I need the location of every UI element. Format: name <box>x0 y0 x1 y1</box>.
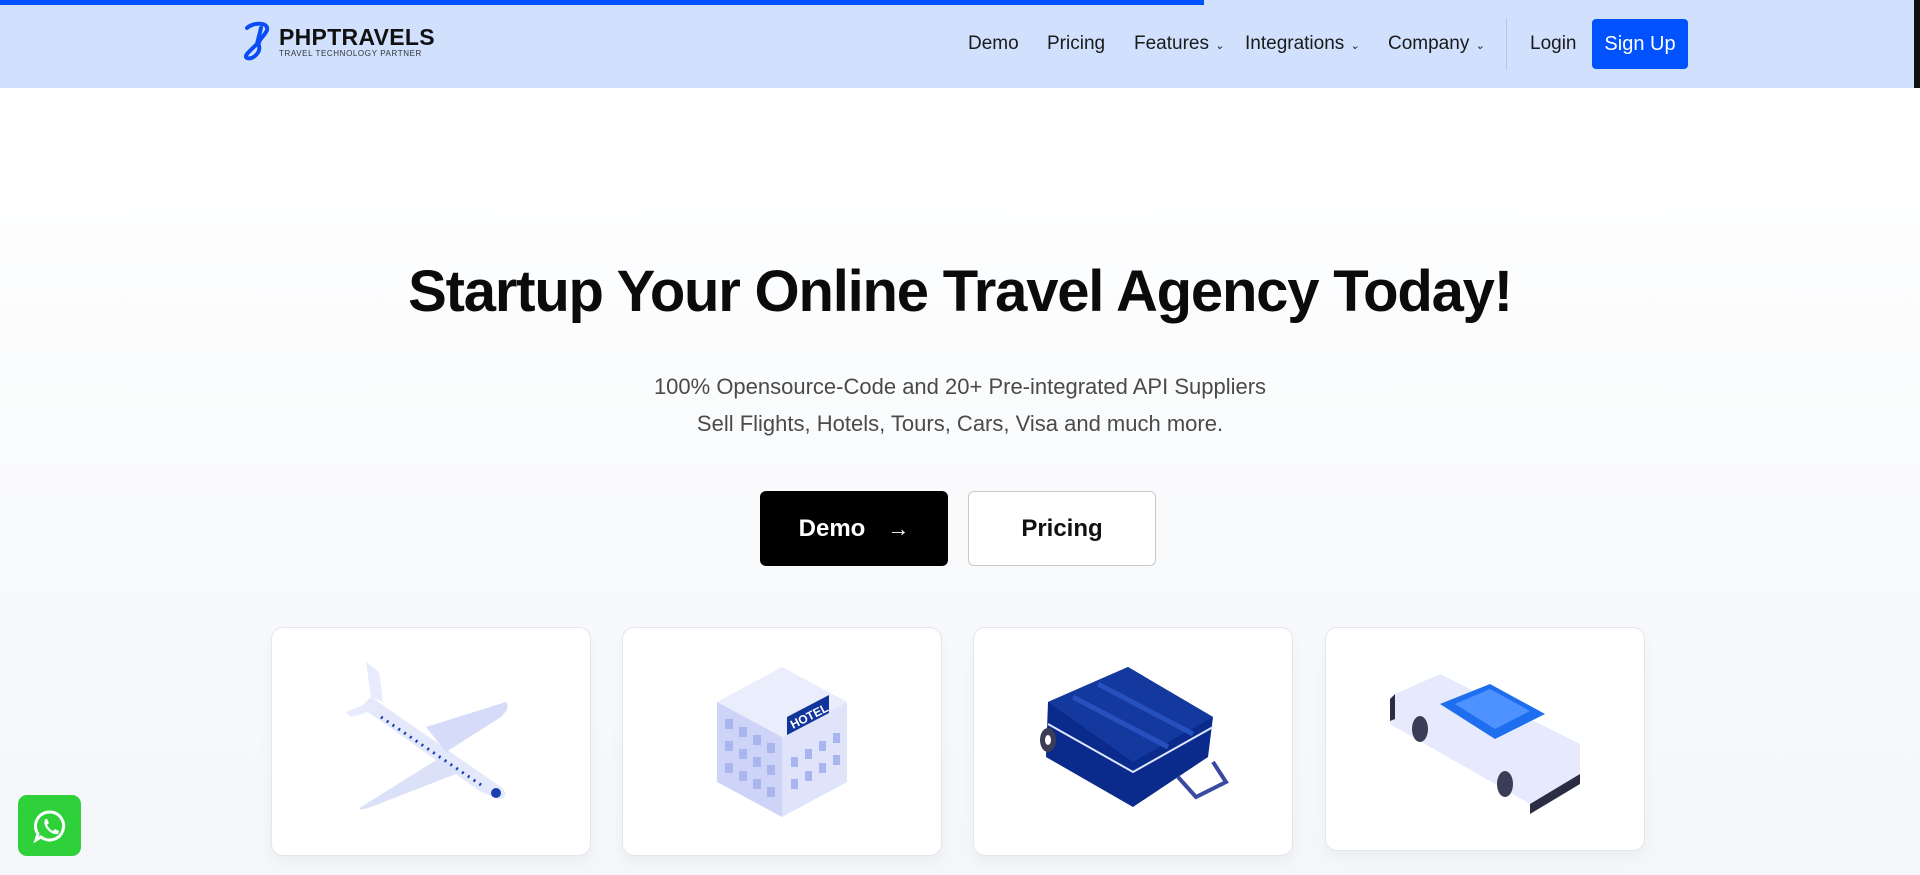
hotels-card[interactable]: HOTEL <box>622 627 942 856</box>
scrollbar[interactable] <box>1914 0 1920 88</box>
nav-company[interactable]: Company ⌄ <box>1388 33 1485 55</box>
chevron-down-icon: ⌄ <box>1350 40 1360 52</box>
nav-features[interactable]: Features ⌄ <box>1134 33 1224 55</box>
car-icon <box>1390 674 1580 814</box>
whatsapp-button[interactable] <box>18 795 81 856</box>
nav-features-label: Features <box>1134 33 1209 54</box>
flights-card[interactable] <box>271 627 591 856</box>
arrow-right-icon: → <box>887 515 910 541</box>
hero-subtitle-line2: Sell Flights, Hotels, Tours, Cars, Visa … <box>696 411 1224 436</box>
signup-button[interactable]: Sign Up <box>1592 19 1688 69</box>
nav-divider <box>1506 18 1507 70</box>
chevron-down-icon: ⌄ <box>1214 40 1225 52</box>
whatsapp-icon <box>32 809 65 843</box>
hotel-icon: HOTEL <box>717 666 847 817</box>
demo-button-label: Demo <box>798 514 866 542</box>
hero-title: Startup Your Online Travel Agency Today! <box>408 259 1513 324</box>
demo-button[interactable]: Demo → <box>760 491 948 566</box>
page-progress-bar <box>0 0 1204 5</box>
top-navbar: PHPTRAVELS TRAVEL TECHNOLOGY PARTNER Dem… <box>0 0 1914 88</box>
nav-integrations[interactable]: Integrations ⌄ <box>1245 33 1360 55</box>
nav-company-label: Company <box>1388 33 1470 54</box>
chevron-down-icon: ⌄ <box>1475 40 1485 52</box>
hero-subtitle-line1: 100% Opensource-Code and 20+ Pre-integra… <box>653 374 1267 399</box>
airplane-icon <box>346 661 508 809</box>
cars-card[interactable] <box>1325 627 1645 851</box>
login-link[interactable]: Login <box>1530 33 1577 55</box>
nav-demo[interactable]: Demo <box>968 33 1019 55</box>
nav-integrations-label: Integrations <box>1245 33 1345 54</box>
nav-pricing[interactable]: Pricing <box>1047 33 1105 55</box>
pricing-button[interactable]: Pricing <box>968 491 1156 566</box>
suitcase-icon <box>1040 666 1229 807</box>
tours-card[interactable] <box>973 627 1293 856</box>
